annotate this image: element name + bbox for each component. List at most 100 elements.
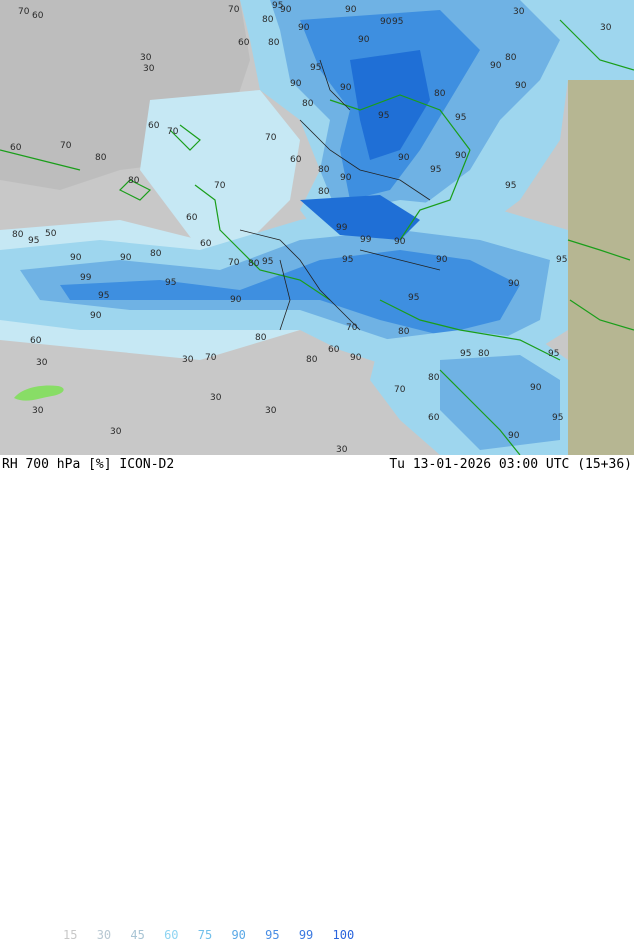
contour-label: 90	[350, 353, 362, 363]
map-footer: RH 700 hPa [%] ICON-D2 Tu 13-01-2026 03:…	[0, 455, 634, 942]
contour-label: 95	[455, 113, 466, 123]
contour-label: 60	[200, 239, 212, 249]
contour-label: 50	[45, 229, 57, 239]
contour-label: 95	[408, 293, 419, 303]
contour-label: 90	[345, 5, 357, 15]
contour-label: 90	[515, 81, 527, 91]
legend-value: 99	[298, 928, 314, 942]
contour-label: 80	[268, 38, 280, 48]
contour-label: 80	[255, 333, 267, 343]
legend-value: 45	[130, 928, 145, 942]
contour-label: 90	[358, 35, 370, 45]
contour-label: 30	[265, 406, 277, 416]
contour-label: 95	[28, 236, 39, 246]
contour-label: 80	[262, 15, 274, 25]
contour-label: 80	[318, 187, 330, 197]
contour-label: 60	[328, 345, 340, 355]
contour-label: 70	[205, 353, 217, 363]
contour-label: 80	[434, 89, 446, 99]
contour-label: 80	[248, 259, 260, 269]
contour-label: 80	[306, 355, 318, 365]
contour-label: 70	[228, 258, 240, 268]
contour-label: 95	[505, 181, 516, 191]
contour-label: 30	[600, 23, 612, 33]
contour-label: 80	[302, 99, 314, 109]
contour-label: 90	[490, 61, 502, 71]
contour-label: 99	[360, 235, 372, 245]
contour-label: 80	[318, 165, 330, 175]
contour-label: 95	[272, 1, 283, 11]
contour-label: 90	[436, 255, 448, 265]
contour-label: 30	[32, 406, 44, 416]
contour-label: 60	[290, 155, 302, 165]
contour-label: 90	[70, 253, 82, 263]
contour-label: 95	[552, 413, 563, 423]
contour-label: 60	[32, 11, 44, 21]
contour-label: 30	[513, 7, 525, 17]
contour-label: 95	[548, 349, 559, 359]
east-land-strip	[568, 80, 634, 455]
contour-label: 90	[394, 237, 406, 247]
legend-scale: 15 30 45 60 75 90 95 99 100	[63, 928, 366, 942]
contour-label: 30	[140, 53, 152, 63]
legend-value: 60	[164, 928, 179, 942]
contour-label: 90	[508, 279, 520, 289]
contour-label: 70	[265, 133, 277, 143]
contour-label: 90	[455, 151, 467, 161]
contour-label: 30	[336, 445, 348, 455]
contour-label: 90	[290, 79, 302, 89]
legend-value: 75	[197, 928, 213, 942]
contour-label: 95	[460, 349, 471, 359]
contour-label: 90	[530, 383, 542, 393]
contour-label: 70	[60, 141, 72, 151]
contour-label: 60	[148, 121, 160, 131]
legend-value: 100	[332, 928, 355, 942]
contour-label: 80	[428, 373, 440, 383]
contour-label: 80	[505, 53, 517, 63]
contour-label: 80	[128, 176, 140, 186]
contour-label: 90	[398, 153, 410, 163]
contour-label: 90	[230, 295, 242, 305]
contour-label: 60	[238, 38, 250, 48]
contour-label: 95	[378, 111, 389, 121]
contour-label: 70	[18, 7, 30, 17]
contour-label: 90	[508, 431, 520, 441]
contour-label: 30	[182, 355, 194, 365]
contour-label: 30	[143, 64, 155, 74]
contour-label: 90	[340, 83, 352, 93]
contour-label: 80	[150, 249, 162, 259]
contour-label: 99	[80, 273, 92, 283]
contour-label: 60	[186, 213, 198, 223]
contour-label: 80	[95, 153, 107, 163]
contour-label: 30	[210, 393, 222, 403]
contour-label: 70	[228, 5, 240, 15]
contour-label: 80	[12, 230, 24, 240]
contour-label: 95	[556, 255, 567, 265]
contour-label: 90	[90, 311, 102, 321]
contour-label: 80	[398, 327, 410, 337]
contour-label: 95	[392, 17, 403, 27]
contour-label: 60	[10, 143, 22, 153]
contour-label: 95	[342, 255, 353, 265]
contour-label: 60	[30, 336, 42, 346]
contour-label: 95	[430, 165, 441, 175]
contour-label: 90	[380, 17, 392, 27]
contour-label: 70	[346, 323, 358, 333]
footer-title: RH 700 hPa [%] ICON-D2	[2, 457, 175, 472]
contour-label: 95	[165, 278, 176, 288]
legend-value: 15	[63, 928, 78, 942]
contour-label: 80	[478, 349, 490, 359]
legend-value: 30	[96, 928, 112, 942]
footer-timestamp: Tu 13-01-2026 03:00 UTC (15+36)	[389, 457, 632, 472]
contour-label: 95	[310, 63, 321, 73]
weather-map: 70 60 30 30 90 95 90 80 70 60 80 90 30 3…	[0, 0, 634, 455]
contour-label: 95	[98, 291, 109, 301]
contour-label: 70	[394, 385, 406, 395]
contour-label: 30	[110, 427, 122, 437]
contour-label: 90	[120, 253, 132, 263]
legend-value: 95	[265, 928, 280, 942]
contour-label: 95	[262, 257, 273, 267]
contour-label: 90	[298, 23, 310, 33]
contour-label: 60	[428, 413, 440, 423]
contour-label: 70	[214, 181, 226, 191]
